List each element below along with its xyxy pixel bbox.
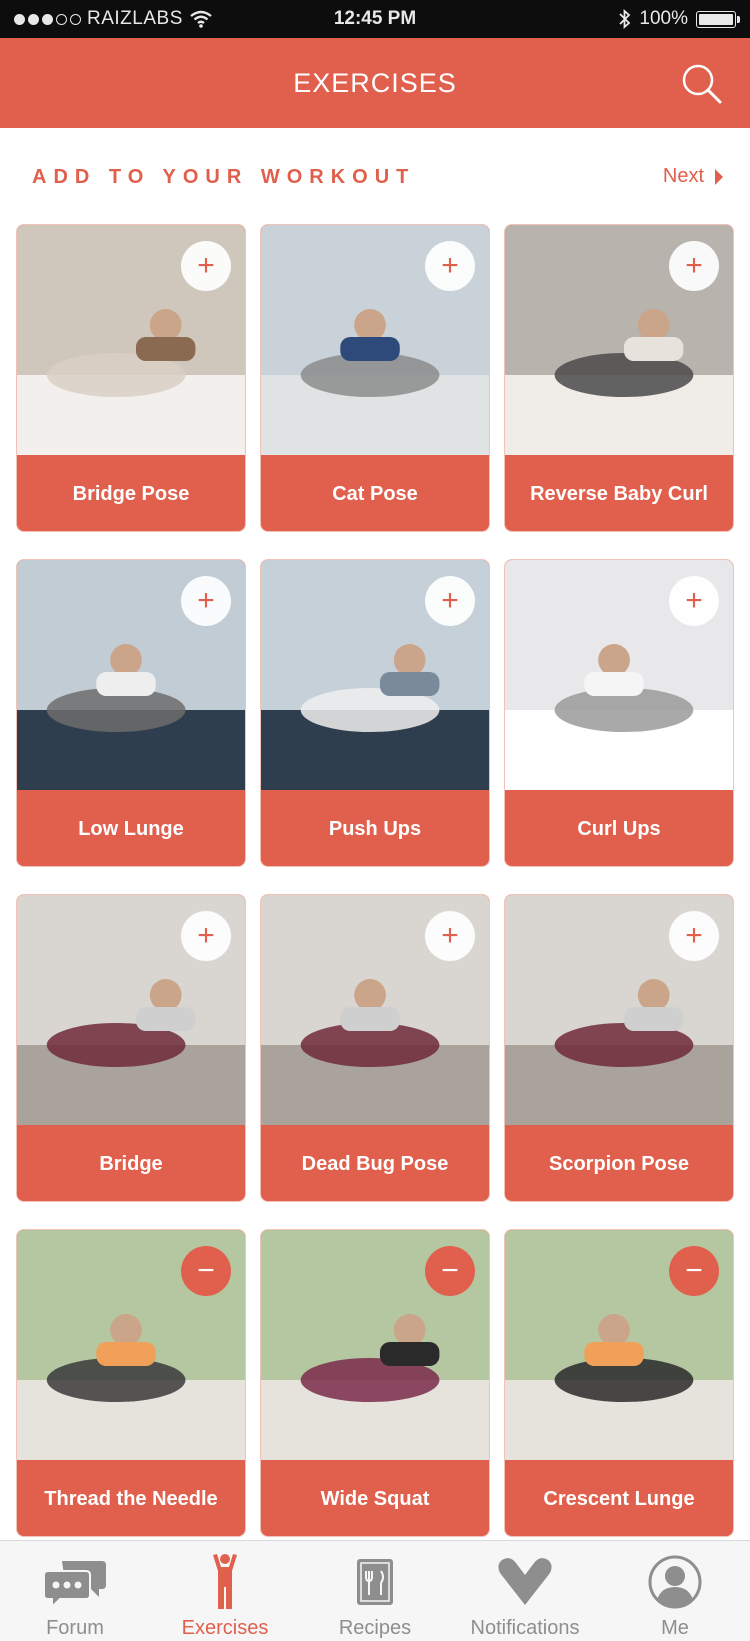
exercise-label: Push Ups bbox=[328, 817, 422, 840]
app-header: EXERCISES bbox=[0, 38, 750, 128]
add-exercise-button[interactable]: + bbox=[669, 911, 719, 961]
exercise-label: Bridge bbox=[99, 1152, 163, 1175]
exercise-grid: + Bridge Pose + Cat Pose + Reverse Baby Curl +… bbox=[16, 224, 734, 1537]
exercise-card[interactable]: + Bridge Pose bbox=[16, 224, 246, 532]
tab-recipes-label: Recipes bbox=[338, 1617, 412, 1639]
exercise-label: Bridge Pose bbox=[72, 482, 190, 505]
battery-percent: 100% bbox=[639, 8, 688, 29]
exercise-label: Curl Ups bbox=[577, 817, 661, 840]
tab-notifications[interactable]: Notifications bbox=[450, 1541, 600, 1641]
add-exercise-button[interactable]: + bbox=[669, 576, 719, 626]
exercise-card[interactable]: − Crescent Lunge bbox=[504, 1229, 734, 1537]
tab-recipes[interactable]: Recipes bbox=[300, 1541, 450, 1641]
tab-me[interactable]: Me bbox=[600, 1541, 750, 1641]
heart-icon bbox=[498, 1558, 552, 1605]
exercise-card[interactable]: + Low Lunge bbox=[16, 559, 246, 867]
exercise-label: Scorpion Pose bbox=[548, 1152, 690, 1175]
add-exercise-button[interactable]: + bbox=[425, 911, 475, 961]
tab-forum[interactable]: Forum bbox=[0, 1541, 150, 1641]
add-exercise-button[interactable]: + bbox=[181, 911, 231, 961]
status-right: 100% bbox=[619, 8, 740, 30]
status-bar: RAIZLABS 12:45 PM 100% bbox=[0, 0, 750, 38]
exercise-card[interactable]: + Cat Pose bbox=[260, 224, 490, 532]
exercise-card[interactable]: − Thread the Needle bbox=[16, 1229, 246, 1537]
remove-exercise-button[interactable]: − bbox=[669, 1246, 719, 1296]
add-exercise-button[interactable]: + bbox=[425, 576, 475, 626]
search-button[interactable] bbox=[680, 62, 724, 106]
next-button[interactable]: Next bbox=[663, 165, 724, 188]
section-title: ADD TO YOUR WORKOUT bbox=[32, 166, 416, 188]
bluetooth-icon bbox=[619, 9, 631, 29]
tab-exercises[interactable]: Exercises bbox=[150, 1541, 300, 1641]
exercise-card[interactable]: + Scorpion Pose bbox=[504, 894, 734, 1202]
tab-me-label: Me bbox=[661, 1617, 689, 1639]
recipe-book-icon bbox=[357, 1559, 393, 1605]
page-title: EXERCISES bbox=[293, 68, 457, 98]
exercise-label: Cat Pose bbox=[332, 482, 418, 505]
exercise-card[interactable]: + Curl Ups bbox=[504, 559, 734, 867]
tab-notifications-label: Notifications bbox=[470, 1617, 580, 1639]
tab-exercises-label: Exercises bbox=[181, 1617, 269, 1639]
remove-exercise-button[interactable]: − bbox=[181, 1246, 231, 1296]
add-exercise-button[interactable]: + bbox=[669, 241, 719, 291]
exercise-card[interactable]: + Push Ups bbox=[260, 559, 490, 867]
exercise-label: Crescent Lunge bbox=[543, 1487, 695, 1510]
exercise-card[interactable]: − Wide Squat bbox=[260, 1229, 490, 1537]
add-exercise-button[interactable]: + bbox=[181, 576, 231, 626]
chat-bubbles-icon bbox=[44, 1561, 106, 1607]
exercise-label: Thread the Needle bbox=[44, 1487, 218, 1510]
remove-exercise-button[interactable]: − bbox=[425, 1246, 475, 1296]
exercise-card[interactable]: + Dead Bug Pose bbox=[260, 894, 490, 1202]
person-icon bbox=[213, 1554, 237, 1609]
add-exercise-button[interactable]: + bbox=[425, 241, 475, 291]
add-exercise-button[interactable]: + bbox=[181, 241, 231, 291]
profile-icon bbox=[648, 1555, 702, 1609]
search-icon bbox=[682, 64, 722, 104]
tab-forum-label: Forum bbox=[46, 1617, 104, 1639]
exercise-card[interactable]: + Reverse Baby Curl bbox=[504, 224, 734, 532]
exercise-label: Reverse Baby Curl bbox=[530, 482, 708, 505]
exercise-label: Low Lunge bbox=[78, 817, 184, 840]
battery-icon bbox=[696, 10, 740, 28]
next-label: Next bbox=[662, 165, 704, 187]
exercise-label: Dead Bug Pose bbox=[301, 1152, 449, 1175]
chevron-right-icon bbox=[715, 168, 723, 185]
battery-level bbox=[699, 13, 733, 25]
exercise-card[interactable]: + Bridge bbox=[16, 894, 246, 1202]
exercise-label: Wide Squat bbox=[320, 1487, 430, 1510]
tab-bar: Forum Exercises Recipes Notifications Me bbox=[0, 1540, 750, 1641]
